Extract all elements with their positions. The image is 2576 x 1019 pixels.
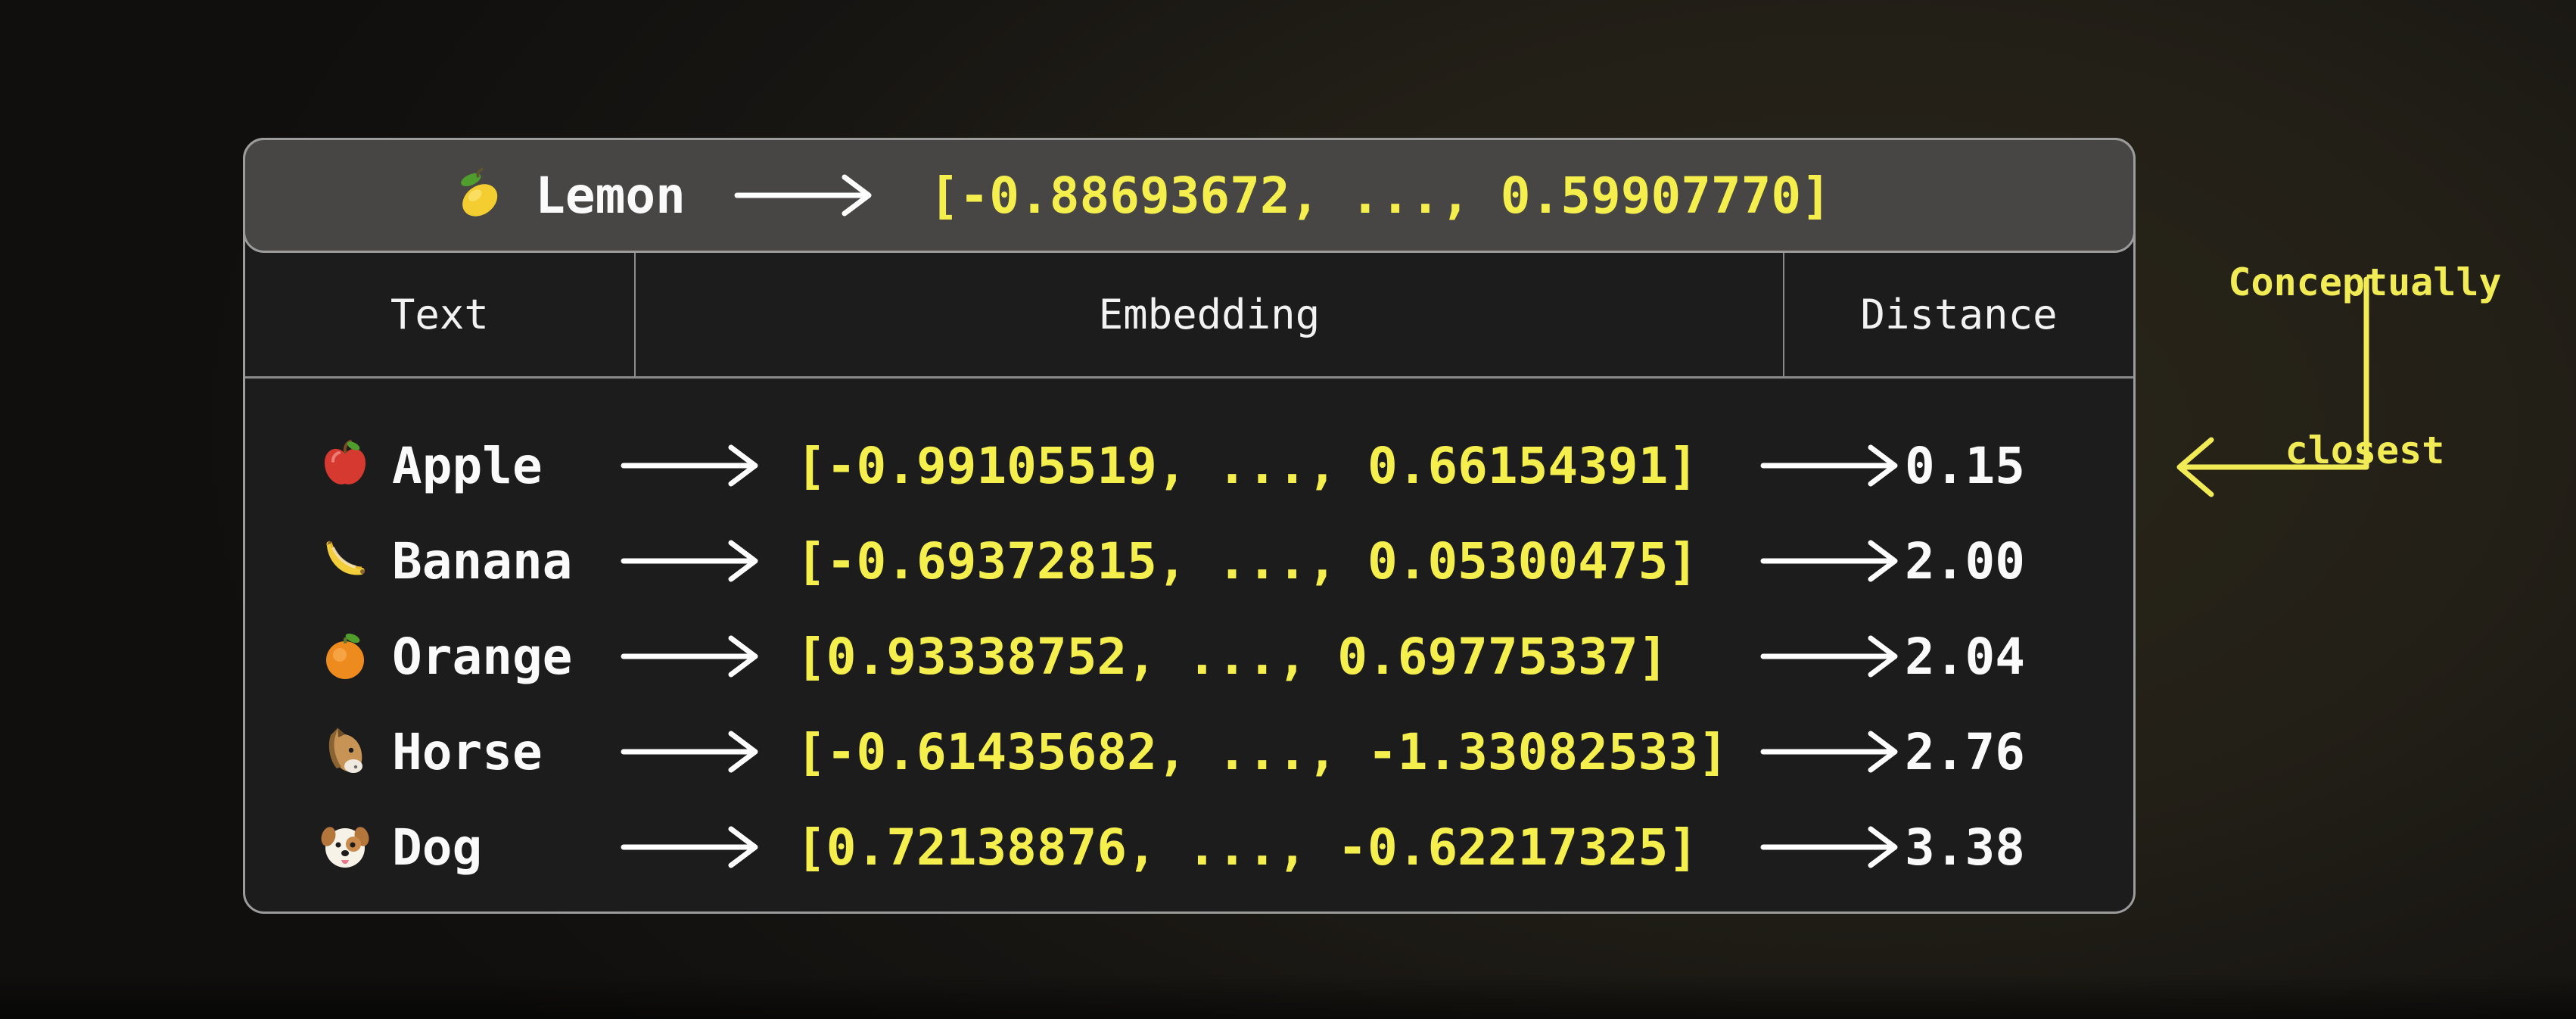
row-embedding: [0.93338752, ..., 0.69775337] xyxy=(796,628,1759,686)
right-arrow-icon xyxy=(619,441,763,490)
row-embedding: [-0.69372815, ..., 0.05300475] xyxy=(796,532,1759,591)
apple-icon xyxy=(318,438,372,493)
column-header-embedding: Embedding xyxy=(634,253,1784,376)
row-distance: 3.38 xyxy=(1902,818,2133,877)
row-embedding: [0.72138876, ..., -0.62217325] xyxy=(796,818,1759,877)
row-distance: 2.76 xyxy=(1902,723,2133,781)
table-row: Horse [-0.61435682, ..., -1.33082533] 2.… xyxy=(245,704,2133,799)
row-label: Banana xyxy=(392,532,619,591)
row-distance: 2.00 xyxy=(1902,532,2133,591)
right-arrow-icon xyxy=(1759,537,1902,585)
right-arrow-icon xyxy=(1759,441,1902,490)
embedding-distance-diagram: Lemon [-0.88693672, ..., 0.59907770] Tex… xyxy=(0,0,2576,1019)
horse-icon xyxy=(318,725,372,779)
right-arrow-icon xyxy=(619,728,763,776)
column-header-distance: Distance xyxy=(1784,253,2133,376)
column-header-row: Text Embedding Distance xyxy=(245,253,2133,379)
table-row: Apple [-0.99105519, ..., 0.66154391] 0.1… xyxy=(245,418,2133,513)
row-distance: 0.15 xyxy=(1902,437,2133,495)
row-label: Apple xyxy=(392,437,619,495)
lemon-icon xyxy=(449,166,508,225)
row-label: Orange xyxy=(392,628,619,686)
elbow-arrow-icon xyxy=(2157,276,2378,499)
right-arrow-icon xyxy=(619,632,763,681)
table-row: Dog [0.72138876, ..., -0.62217325] 3.38 xyxy=(245,799,2133,895)
query-label: Lemon xyxy=(535,167,686,225)
dog-icon xyxy=(318,820,372,874)
right-arrow-icon xyxy=(733,171,876,220)
row-embedding: [-0.61435682, ..., -1.33082533] xyxy=(796,723,1759,781)
right-arrow-icon xyxy=(1759,823,1902,871)
row-distance: 2.04 xyxy=(1902,628,2133,686)
embedding-table-card: Lemon [-0.88693672, ..., 0.59907770] Tex… xyxy=(243,138,2136,914)
query-row: Lemon [-0.88693672, ..., 0.59907770] xyxy=(243,138,2136,253)
right-arrow-icon xyxy=(1759,632,1902,681)
right-arrow-icon xyxy=(619,823,763,871)
table-body: Apple [-0.99105519, ..., 0.66154391] 0.1… xyxy=(245,379,2133,895)
row-label: Dog xyxy=(392,818,619,877)
query-embedding: [-0.88693672, ..., 0.59907770] xyxy=(929,167,1831,225)
right-arrow-icon xyxy=(1759,728,1902,776)
right-arrow-icon xyxy=(619,537,763,585)
row-embedding: [-0.99105519, ..., 0.66154391] xyxy=(796,437,1759,495)
table-row: Orange [0.93338752, ..., 0.69775337] 2.0… xyxy=(245,609,2133,704)
row-label: Horse xyxy=(392,723,619,781)
orange-icon xyxy=(318,629,372,684)
table-row: Banana [-0.69372815, ..., 0.05300475] 2.… xyxy=(245,513,2133,609)
column-header-text: Text xyxy=(245,253,634,376)
banana-icon xyxy=(318,534,372,588)
